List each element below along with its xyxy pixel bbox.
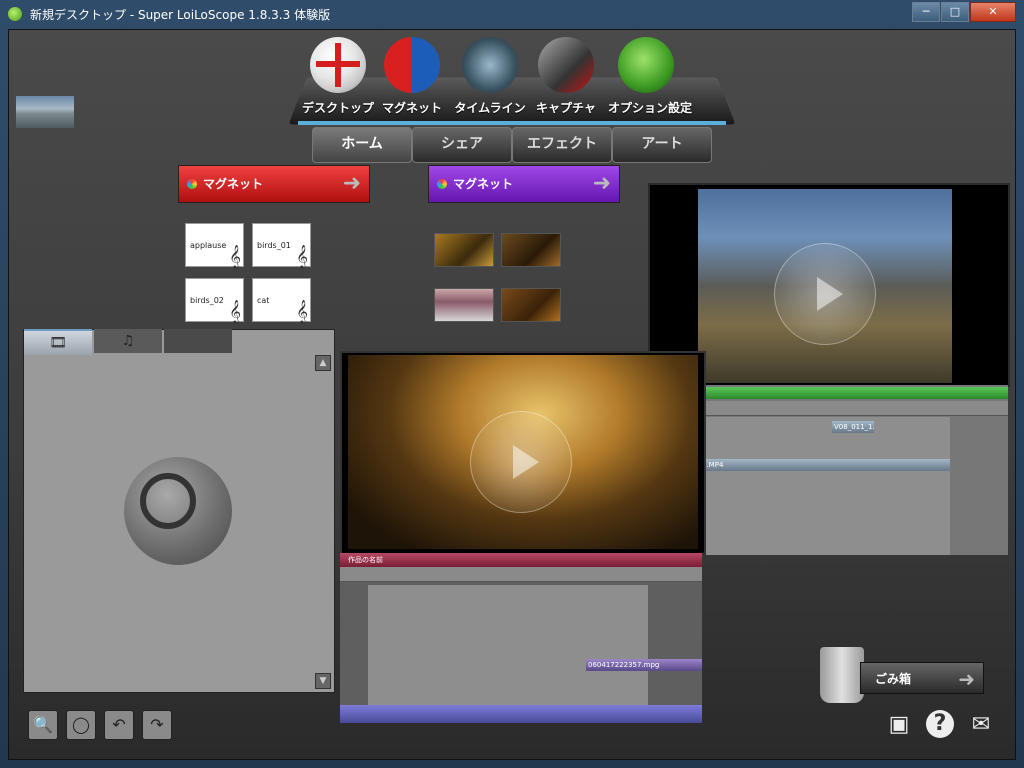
timeline-scrollbar[interactable] bbox=[340, 705, 702, 723]
window-title: 新規デスクトップ - Super LoiLoScope 1.8.3.3 体験版 bbox=[30, 8, 331, 22]
arrow-right-icon: ➜ bbox=[958, 667, 975, 691]
magnifier-icon: 🔍 bbox=[33, 715, 53, 734]
treble-clef-icon: 𝄞 bbox=[229, 244, 241, 268]
audio-clip-tile[interactable]: birds_02 𝄞 bbox=[185, 278, 244, 323]
magnet-icon bbox=[384, 37, 440, 93]
lasso-icon: ◯ bbox=[72, 715, 90, 734]
redo-icon: ↷ bbox=[150, 715, 164, 734]
treble-clef-icon: 𝄞 bbox=[296, 299, 308, 323]
magnet-bar-purple[interactable]: マグネット ➜ bbox=[428, 165, 620, 203]
nav-capture[interactable]: キャプチャ bbox=[528, 37, 604, 119]
film-icon: 🎞 bbox=[49, 335, 67, 351]
lasso-tool-button[interactable]: ◯ bbox=[66, 710, 96, 740]
app-logo-icon bbox=[8, 7, 22, 21]
undo-button[interactable]: ↶ bbox=[104, 710, 134, 740]
feedback-button[interactable]: ✉ bbox=[966, 710, 996, 740]
nav-magnet[interactable]: マグネット bbox=[374, 37, 450, 119]
library-tab-video[interactable]: 🎞 bbox=[24, 329, 92, 355]
magnet-dot-icon bbox=[187, 179, 197, 189]
browse-icon: ▣ bbox=[888, 712, 910, 737]
help-icon: ? bbox=[933, 711, 947, 736]
audio-clip-tile[interactable]: cat 𝄞 bbox=[252, 278, 311, 323]
tab-effect[interactable]: エフェクト bbox=[512, 127, 612, 163]
close-button[interactable]: ✕ bbox=[970, 2, 1016, 22]
camera-icon bbox=[538, 37, 594, 93]
scroll-up-button[interactable]: ▲ bbox=[315, 355, 331, 371]
undo-icon: ↶ bbox=[112, 715, 126, 734]
photo-thumbnail[interactable] bbox=[434, 233, 494, 267]
nav-timeline[interactable]: タイムライン bbox=[452, 37, 528, 119]
library-tab-other[interactable] bbox=[164, 329, 232, 353]
timeline-clip[interactable]: 9.MP4 bbox=[700, 459, 950, 471]
nav-desktop[interactable]: デスクトップ bbox=[300, 37, 376, 119]
treble-clef-icon: 𝄞 bbox=[296, 244, 308, 268]
film-reel-icon bbox=[462, 37, 518, 93]
timeline-track[interactable] bbox=[700, 417, 950, 555]
timeline-clip[interactable]: V08_011_1. bbox=[832, 421, 875, 433]
mascot-icon bbox=[618, 37, 674, 93]
play-icon[interactable] bbox=[470, 411, 572, 513]
music-icon: ♫ bbox=[121, 333, 135, 349]
title-bar[interactable]: 新規デスクトップ - Super LoiLoScope 1.8.3.3 体験版 … bbox=[0, 0, 1024, 28]
audio-clip-tile[interactable]: applause 𝄞 bbox=[185, 223, 244, 268]
timeline-secondary[interactable]: V08_011_1. 9.MP4 bbox=[700, 385, 1008, 555]
photo-thumbnail[interactable] bbox=[501, 233, 561, 267]
timeline-track[interactable] bbox=[368, 585, 648, 707]
arrow-right-icon: ➜ bbox=[342, 171, 361, 196]
play-icon[interactable] bbox=[774, 243, 876, 345]
magnet-bar-red[interactable]: マグネット ➜ bbox=[178, 165, 370, 203]
trash-can-icon[interactable] bbox=[820, 647, 864, 703]
workspace: デスクトップ マグネット タイムライン キャプチャ オプション設定 ホーム シェ… bbox=[8, 29, 1016, 760]
photo-thumbnail[interactable] bbox=[501, 288, 561, 322]
timeline-ruler[interactable] bbox=[700, 401, 1008, 416]
mail-icon: ✉ bbox=[971, 712, 991, 737]
tab-share[interactable]: シェア bbox=[412, 127, 512, 163]
app-window: 新規デスクトップ - Super LoiLoScope 1.8.3.3 体験版 … bbox=[0, 0, 1024, 768]
browse-media-button[interactable]: ▣ bbox=[884, 710, 914, 740]
timeline-ruler[interactable] bbox=[340, 567, 702, 582]
photo-thumbnail[interactable] bbox=[434, 288, 494, 322]
help-button[interactable]: ? bbox=[926, 710, 954, 738]
trash-button[interactable]: ごみ箱 ➜ bbox=[860, 662, 984, 694]
scroll-down-button[interactable]: ▼ bbox=[315, 673, 331, 689]
magnet-dot-icon bbox=[437, 179, 447, 189]
tab-art[interactable]: アート bbox=[612, 127, 712, 163]
timeline-title[interactable]: 作品の名前 bbox=[340, 553, 702, 567]
preview-window-main[interactable] bbox=[340, 351, 706, 555]
timeline-main[interactable]: 作品の名前 060417222357.mpg bbox=[340, 553, 702, 723]
library-tab-music[interactable]: ♫ bbox=[94, 329, 162, 353]
audio-clip-tile[interactable]: birds_01 𝄞 bbox=[252, 223, 311, 268]
desktop-video-thumbnail[interactable] bbox=[16, 96, 74, 128]
treble-clef-icon: 𝄞 bbox=[229, 299, 241, 323]
maximize-button[interactable]: □ bbox=[941, 2, 969, 22]
timeline-header-bar bbox=[700, 387, 1008, 399]
magnifier-icon bbox=[140, 473, 196, 529]
minimize-button[interactable]: ─ bbox=[912, 2, 940, 22]
redo-button[interactable]: ↷ bbox=[142, 710, 172, 740]
gift-icon bbox=[310, 37, 366, 93]
arrow-right-icon: ➜ bbox=[592, 171, 611, 196]
nav-options[interactable]: オプション設定 bbox=[608, 37, 692, 119]
timeline-clip[interactable]: 060417222357.mpg bbox=[586, 659, 702, 671]
zoom-tool-button[interactable]: 🔍 bbox=[28, 710, 58, 740]
tab-home[interactable]: ホーム bbox=[312, 127, 412, 163]
